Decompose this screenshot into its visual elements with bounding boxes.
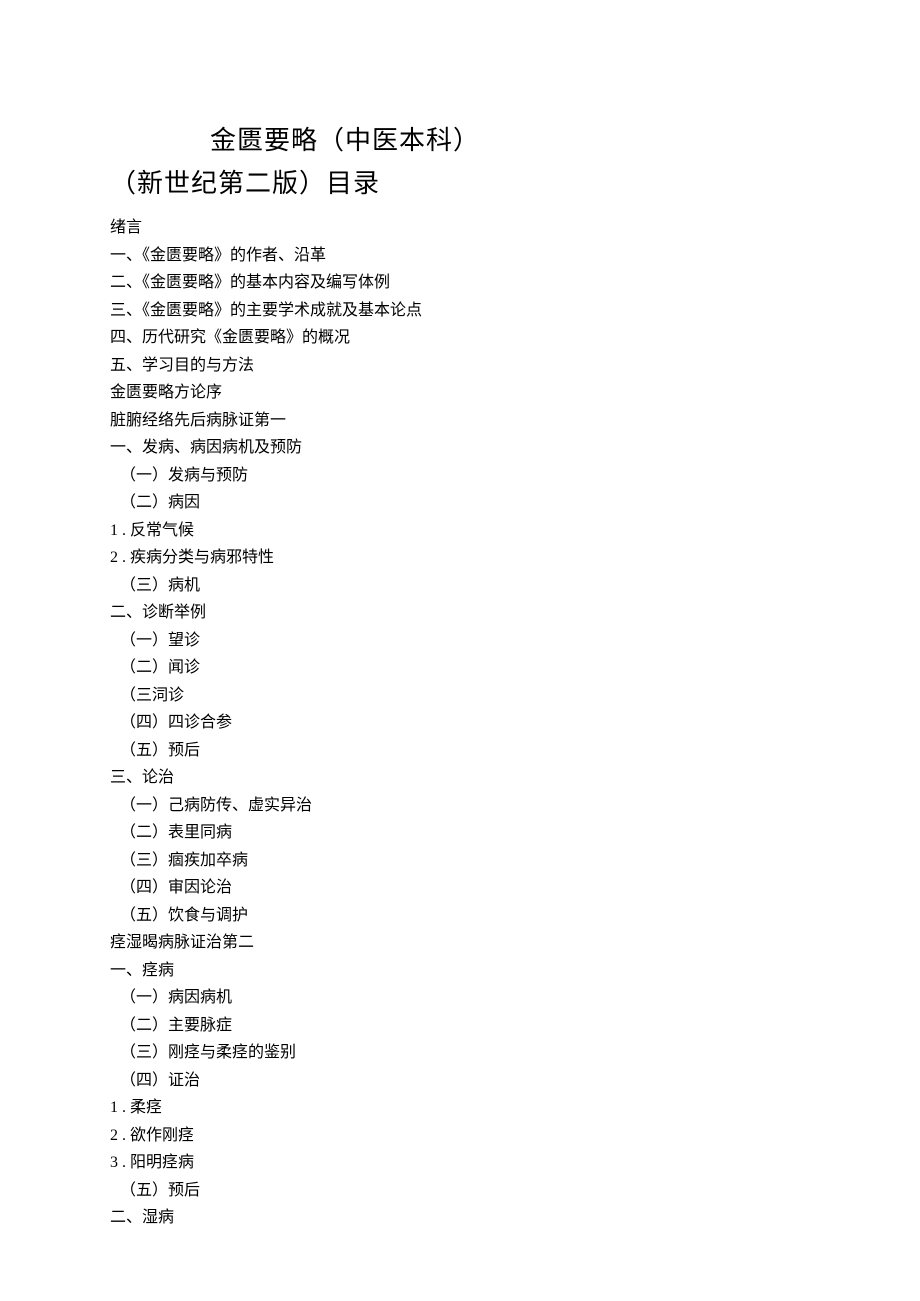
document-page: 金匮要略（中医本科） （新世纪第二版）目录 绪言一、《金匮要略》的作者、沿革二、… (0, 0, 920, 1292)
toc-entry: （二）闻诊 (120, 654, 810, 682)
toc-entry: 1 . 反常气候 (110, 517, 810, 545)
toc-entry: （五）预后 (120, 1177, 810, 1205)
toc-entry: 3 . 阳明痉病 (110, 1149, 810, 1177)
toc-entry: （三）痼疾加卒病 (120, 847, 810, 875)
toc-entry: 1 . 柔痉 (110, 1094, 810, 1122)
toc-entry: （二）主要脉症 (120, 1012, 810, 1040)
toc-entry: （五）饮食与调护 (120, 902, 810, 930)
toc-entry: 一、痉病 (110, 957, 810, 985)
toc-entry: （三泀诊 (120, 682, 810, 710)
toc-entry: 金匮要略方论序 (110, 379, 810, 407)
toc-entry: （一）发病与预防 (120, 462, 810, 490)
title-line-2: （新世纪第二版）目录 (110, 163, 810, 200)
toc-container: 绪言一、《金匮要略》的作者、沿革二、《金匮要略》的基本内容及编写体例三、《金匮要… (110, 214, 810, 1232)
toc-entry: 痉湿暍病脉证治第二 (110, 929, 810, 957)
toc-entry: 绪言 (110, 214, 810, 242)
toc-entry: （四）证治 (120, 1067, 810, 1095)
toc-entry: 二、湿病 (110, 1204, 810, 1232)
toc-entry: 一、《金匮要略》的作者、沿革 (110, 242, 810, 270)
toc-entry: （四）四诊合参 (120, 709, 810, 737)
toc-entry: （一）己病防传、虚实异治 (120, 792, 810, 820)
toc-entry: （四）审因论治 (120, 874, 810, 902)
toc-entry: （一）病因病机 (120, 984, 810, 1012)
title-line-1: 金匮要略（中医本科） (210, 120, 810, 157)
toc-entry: （二）表里同病 (120, 819, 810, 847)
toc-entry: 四、历代研究《金匮要略》的概况 (110, 324, 810, 352)
toc-entry: 三、《金匮要略》的主要学术成就及基本论点 (110, 297, 810, 325)
toc-entry: 五、学习目的与方法 (110, 352, 810, 380)
toc-entry: （三）刚痉与柔痉的鉴别 (120, 1039, 810, 1067)
toc-entry: 二、《金匮要略》的基本内容及编写体例 (110, 269, 810, 297)
toc-entry: （三）病机 (120, 572, 810, 600)
toc-entry: 2 . 欲作刚痉 (110, 1122, 810, 1150)
toc-entry: （二）病因 (120, 489, 810, 517)
toc-entry: （一）望诊 (120, 627, 810, 655)
toc-entry: 二、诊断举例 (110, 599, 810, 627)
toc-entry: 脏腑经络先后病脉证第一 (110, 407, 810, 435)
toc-entry: 一、发病、病因病机及预防 (110, 434, 810, 462)
toc-entry: 三、论治 (110, 764, 810, 792)
toc-entry: 2 . 疾病分类与病邪特性 (110, 544, 810, 572)
toc-entry: （五）预后 (120, 737, 810, 765)
